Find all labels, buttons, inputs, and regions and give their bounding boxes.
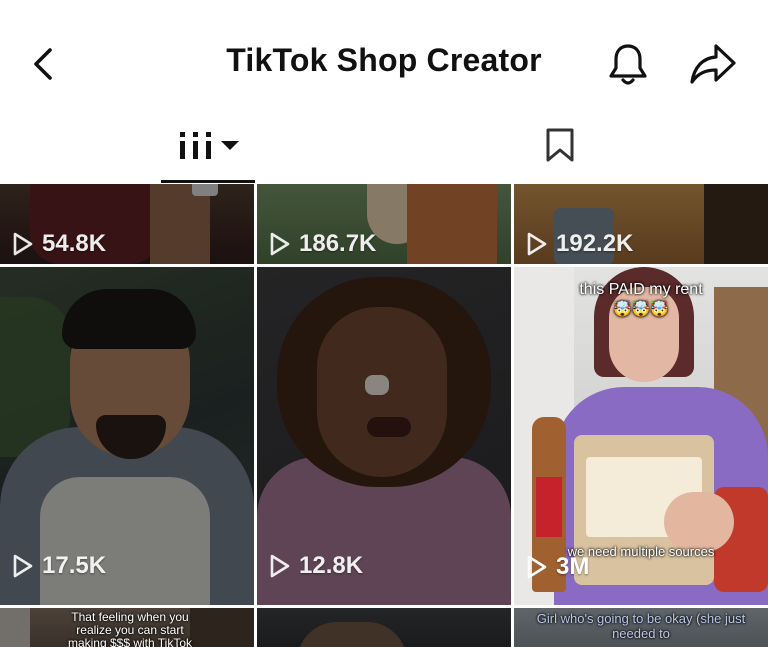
play-icon bbox=[270, 554, 290, 578]
view-count: 186.7K bbox=[269, 230, 376, 258]
bell-icon[interactable] bbox=[604, 40, 652, 88]
bookmark-icon bbox=[546, 128, 574, 162]
tab-saved[interactable] bbox=[512, 120, 608, 184]
video-caption: Girl who's going to be okay (she just ne… bbox=[536, 611, 746, 641]
share-arrow-icon[interactable] bbox=[688, 42, 738, 86]
play-icon bbox=[527, 555, 547, 579]
video-thumbnail[interactable]: 186.7K bbox=[257, 184, 511, 264]
video-thumbnail[interactable]: 54.8K bbox=[0, 184, 254, 264]
video-caption: this PAID my rent bbox=[579, 281, 703, 298]
caption-emoji: 🤯🤯🤯 bbox=[612, 301, 670, 318]
play-icon bbox=[270, 232, 290, 256]
view-count: 12.8K bbox=[269, 552, 363, 580]
video-caption: That feeling when you realize you can st… bbox=[67, 610, 193, 647]
grid-bars-icon bbox=[180, 132, 239, 159]
play-icon bbox=[13, 554, 33, 578]
tab-videos[interactable] bbox=[160, 120, 256, 184]
video-thumbnail[interactable]: That feeling when you realize you can st… bbox=[0, 608, 254, 647]
video-thumbnail[interactable]: this PAID my rent 🤯🤯🤯 we need multiple s… bbox=[514, 267, 768, 605]
active-tab-indicator bbox=[161, 180, 255, 183]
video-thumbnail[interactable]: 12.8K bbox=[257, 267, 511, 605]
video-grid: 54.8K 186.7K 192.2K 17.5K 12.8K this PAI… bbox=[0, 184, 768, 647]
play-icon bbox=[527, 232, 547, 256]
view-count: 17.5K bbox=[12, 552, 106, 580]
page-title: TikTok Shop Creator bbox=[226, 42, 542, 78]
video-thumbnail[interactable]: 17.5K bbox=[0, 267, 254, 605]
profile-tabs bbox=[0, 120, 768, 184]
play-icon bbox=[13, 232, 33, 256]
top-bar: TikTok Shop Creator bbox=[0, 0, 768, 120]
video-thumbnail[interactable]: 192.2K bbox=[514, 184, 768, 264]
view-count: 3M bbox=[526, 553, 589, 581]
video-thumbnail[interactable]: Girl who's going to be okay (she just ne… bbox=[514, 608, 768, 647]
video-thumbnail[interactable] bbox=[257, 608, 511, 647]
view-count: 54.8K bbox=[12, 230, 106, 258]
view-count: 192.2K bbox=[526, 230, 633, 258]
